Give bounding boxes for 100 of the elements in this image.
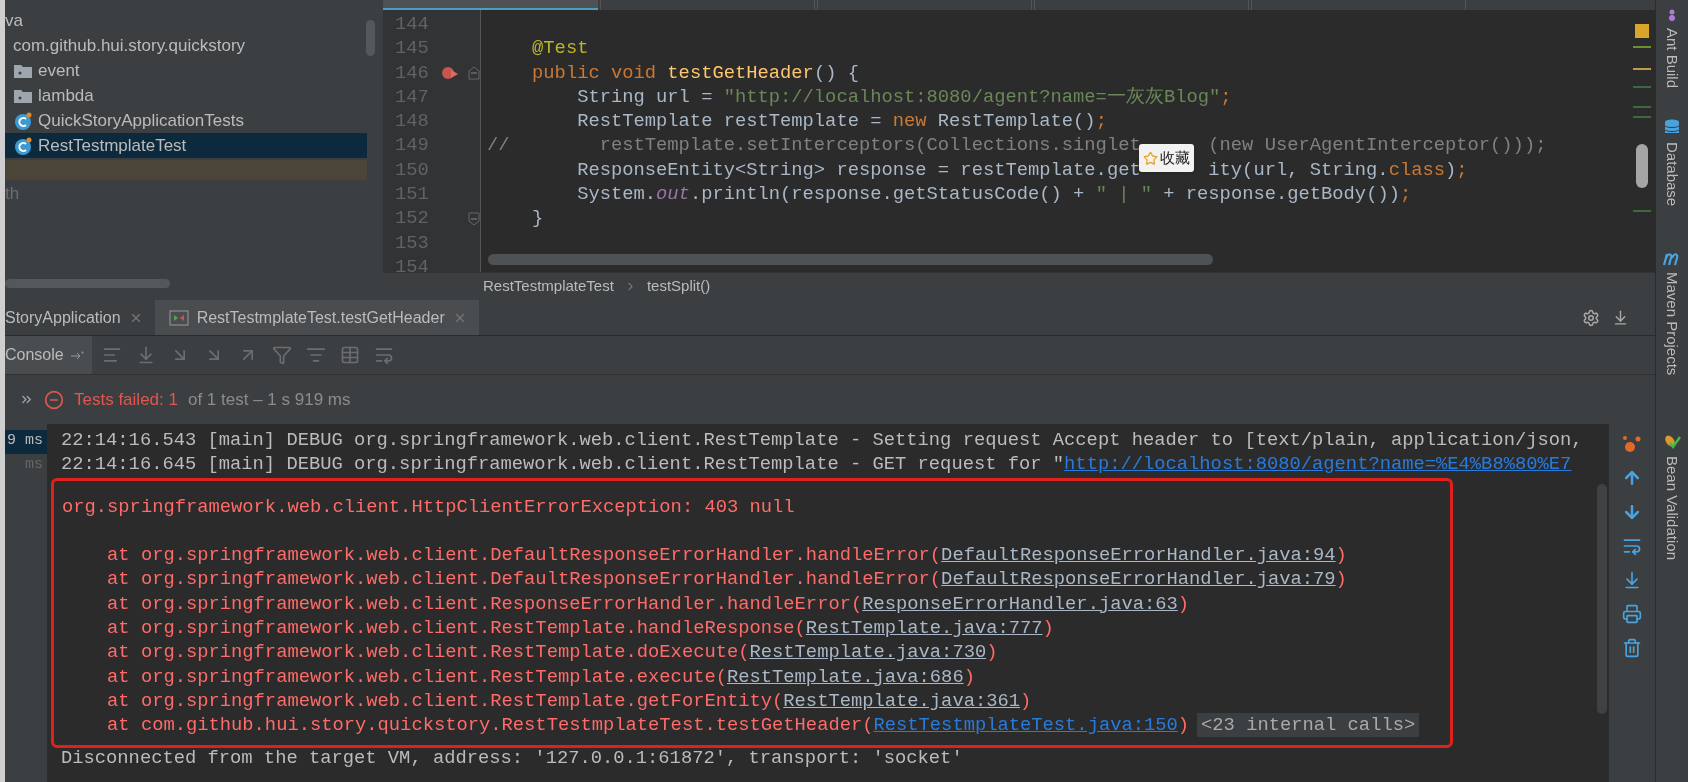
code-text: ;	[1220, 84, 1232, 110]
code-text: // restTemplate.setInterceptors(Collections.singlet	[487, 133, 1141, 158]
scrollbar-thumb[interactable]	[1597, 484, 1607, 714]
code-text: @Test	[531, 36, 589, 61]
tree-item[interactable]: com.github.hui.story.quickstory	[5, 33, 367, 58]
console-tab[interactable]: Console	[5, 336, 92, 374]
fold-icon[interactable]	[468, 65, 480, 80]
tree-item[interactable]: lambda	[5, 83, 367, 108]
code-text: .println(response.getStatusCode() +	[689, 182, 1086, 207]
code-text: class	[1388, 157, 1445, 183]
code-text: RestTemplate()	[937, 109, 1096, 134]
trash-icon[interactable]	[1622, 638, 1642, 658]
stack-frame: )	[986, 640, 998, 665]
code-text: ity(url, String.	[1208, 157, 1389, 183]
code-text: }	[531, 206, 544, 231]
tool-window-button[interactable]: Ant Build	[1660, 8, 1684, 89]
stack-frame: at org.springframework.web.client.DefaultResponseErrorHandler.handleError(	[62, 543, 942, 568]
log-line: Disconnected from the target VM, address: '127.0.0.1:61872', transport: 'socket'	[61, 748, 963, 769]
tool-window-button[interactable]: Database	[1660, 118, 1684, 207]
url-link[interactable]: http://localhost:8080/agent?name=%E4%B8%80%E7	[1064, 452, 1572, 476]
star-icon	[1142, 151, 1158, 166]
code-text: ResponseEntity<String> response = restTemplate.get	[576, 157, 1141, 183]
source-link[interactable]: RestTemplate.java:777	[805, 616, 1043, 641]
down-arrow-icon[interactable]	[1622, 502, 1642, 522]
exception-message: org.springframework.web.client.HttpClientErrorException: 403 null	[62, 495, 795, 519]
class-icon	[13, 135, 33, 156]
tree-item[interactable]: va	[5, 8, 367, 33]
print-icon[interactable]	[1622, 604, 1642, 624]
warning-stripe	[1635, 24, 1649, 38]
class-icon	[13, 110, 33, 131]
source-link[interactable]: DefaultResponseErrorHandler.java:79	[941, 567, 1336, 592]
tool-window-button[interactable]: Bean Validation	[1660, 431, 1684, 560]
stack-frame: )	[1177, 713, 1190, 738]
stack-frame: at org.springframework.web.client.RestTemplate.handleResponse(	[62, 616, 806, 641]
stack-frame: )	[1020, 688, 1032, 713]
breadcrumb[interactable]: testSplit()	[646, 275, 711, 298]
stack-frame: at com.github.hui.story.quickstory.RestTestmplateTest.testGetHeader(	[62, 713, 874, 738]
folder-icon	[13, 87, 33, 104]
stack-frame: )	[1335, 543, 1347, 568]
tool-window-button[interactable]: Maven Projects	[1660, 250, 1684, 376]
hide-icon[interactable]	[1612, 309, 1629, 326]
internal-calls-badge[interactable]: <23 internal calls>	[1197, 713, 1420, 738]
log-line: 22:14:16.543 [main] DEBUG org.springframework.web.client.RestTemplate - Setting request Accept header to [text/plain, application/json,	[61, 428, 1583, 452]
scrollbar-thumb[interactable]	[5, 279, 170, 288]
scroll-to-end-icon[interactable]	[1622, 570, 1642, 590]
indent-icon[interactable]	[101, 345, 122, 365]
stack-frame: at org.springframework.web.client.RestTemplate.doExecute(	[62, 640, 750, 665]
test-run-icon	[168, 309, 189, 326]
scrollbar-thumb[interactable]	[1636, 144, 1648, 188]
tree-item[interactable]: QuickStoryApplicationTests	[5, 108, 367, 133]
wrap-icon[interactable]	[373, 345, 394, 365]
stack-frame: at org.springframework.web.client.DefaultResponseErrorHandler.handleError(	[62, 567, 942, 592]
code-text: + response.getBody())	[1162, 182, 1400, 207]
code-text: ;	[1095, 109, 1107, 134]
table-icon[interactable]	[339, 345, 360, 365]
up-arrow-icon[interactable]	[1622, 468, 1642, 488]
bookmark-popup[interactable]: 收藏	[1138, 144, 1194, 173]
source-link[interactable]: RestTemplate.java:361	[783, 688, 1020, 713]
run-error-icon[interactable]	[441, 64, 459, 81]
folder-icon	[13, 62, 33, 79]
run-tab[interactable]: RestTestmplateTest.testGetHeader	[154, 300, 479, 335]
code-text: public void	[531, 60, 658, 85]
editor-tab[interactable]	[383, 0, 598, 10]
pin-icon	[69, 351, 84, 359]
code-text: new	[892, 109, 928, 134]
stack-frame: at org.springframework.web.client.RestTemplate.getForEntity(	[62, 688, 784, 713]
stack-frame: )	[1042, 616, 1054, 641]
source-link[interactable]: RestTestmplateTest.java:150	[873, 713, 1178, 738]
code-text: RestTemplate restTemplate =	[576, 109, 883, 134]
source-link[interactable]: RestTemplate.java:730	[749, 640, 987, 665]
breadcrumb[interactable]: RestTestmplateTest	[483, 275, 614, 298]
code-text: testGetHeader	[667, 60, 814, 85]
failed-icon	[44, 389, 64, 410]
soft-wrap-icon[interactable]	[1622, 536, 1642, 556]
stack-frame: at org.springframework.web.client.ResponseErrorHandler.handleError(	[62, 591, 863, 616]
code-text: ;	[1456, 157, 1468, 183]
test-time[interactable]: 9 ms	[5, 430, 47, 454]
test-status: Tests failed: 1	[74, 388, 178, 411]
source-link[interactable]: RestTemplate.java:686	[726, 664, 964, 689]
fold-icon[interactable]	[468, 211, 480, 226]
filter-icon[interactable]	[305, 345, 326, 365]
stack-frame: )	[1177, 591, 1190, 616]
tree-item[interactable]: event	[5, 58, 367, 83]
code-text: System.	[576, 182, 657, 207]
source-link[interactable]: ResponseErrorHandler.java:63	[862, 591, 1178, 616]
scrollbar-thumb[interactable]	[366, 20, 375, 56]
log-line: 22:14:16.645 [main] DEBUG org.springframework.web.client.RestTemplate - GET request for "	[61, 452, 1065, 476]
scrollbar-thumb[interactable]	[488, 254, 1213, 265]
code-text: "http://localhost:8080/agent?name=一灰灰Blog"	[723, 84, 1221, 110]
settings-icon[interactable]	[1582, 308, 1600, 327]
code-text: out	[656, 182, 690, 207]
test-summary: of 1 test – 1 s 919 ms	[187, 388, 351, 411]
stack-frame: )	[1335, 567, 1347, 592]
stack-frame: )	[963, 664, 975, 689]
code-text: ;	[1399, 182, 1412, 207]
source-link[interactable]: DefaultResponseErrorHandler.java:94	[941, 543, 1336, 568]
tree-item[interactable]: RestTestmplateTest	[5, 133, 367, 158]
filter-icon[interactable]	[271, 345, 292, 365]
stack-frame: at org.springframework.web.client.RestTemplate.execute(	[62, 664, 727, 689]
dots-icon[interactable]	[1621, 434, 1643, 454]
